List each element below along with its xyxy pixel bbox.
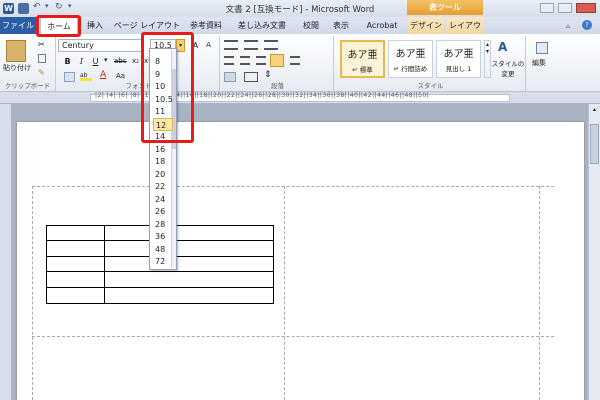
font-size-option[interactable]: 48 [153, 243, 173, 256]
word-window: W ↶ ▾ ↻ ▾ 文書 2 [互換モード] - Microsoft Word … [0, 0, 600, 400]
style-heading-1-sample: あア亜 [443, 49, 474, 60]
undo-icon[interactable]: ↶ [33, 2, 41, 12]
bold-button[interactable]: B [62, 56, 73, 67]
tab-mailings[interactable]: 差し込み文書 [232, 17, 292, 34]
table-row[interactable] [46, 287, 274, 288]
style-normal-label: ↵ 標準 [352, 66, 373, 74]
align-center-icon[interactable] [240, 56, 250, 65]
numbering-icon[interactable] [244, 40, 258, 50]
scroll-thumb[interactable] [590, 124, 599, 164]
strikethrough-button[interactable]: abc [114, 57, 127, 65]
tab-review[interactable]: 校閲 [298, 17, 324, 34]
editing-label[interactable]: 編集 [532, 58, 546, 68]
maximize-button[interactable] [558, 3, 572, 13]
underline-dropdown-icon[interactable]: ▾ [104, 56, 108, 64]
font-size-option[interactable]: 72 [153, 255, 173, 268]
justify-icon[interactable] [270, 54, 284, 67]
bullets-icon[interactable] [224, 40, 238, 50]
change-styles-label[interactable]: スタイルの 変更 [490, 58, 526, 78]
paragraph-group: ⇕ 段落 [222, 36, 334, 91]
margin-line-mid [284, 186, 285, 400]
change-case-button[interactable]: Aa [116, 72, 125, 80]
clipboard-group-label: クリップボード [4, 82, 51, 90]
margin-line-section [32, 336, 554, 337]
tab-insert[interactable]: 挿入 [82, 17, 108, 34]
tab-file[interactable]: ファイル [0, 17, 36, 34]
italic-button[interactable]: I [76, 56, 87, 67]
styles-group: あア亜 ↵ 標準 あア亜 ↵ 行間詰め あア亜 見出し 1 ▴ ▾ A スタイルの… [336, 36, 526, 91]
font-group: Century 10.5 ▾ A A B I U ▾ abc x₂ x² ab … [58, 36, 220, 91]
subscript-button[interactable]: x₂ [132, 57, 139, 65]
minimize-ribbon-icon[interactable]: ▵ [566, 21, 570, 30]
vertical-ruler[interactable] [0, 104, 12, 400]
word-logo-icon: W [3, 3, 14, 14]
font-name-field[interactable]: Century [58, 39, 144, 52]
font-size-option[interactable]: 16 [153, 143, 173, 156]
table-row[interactable] [46, 271, 274, 272]
margin-line-top [32, 186, 554, 187]
tab-table-design[interactable]: デザイン [408, 17, 444, 34]
table-column-divider[interactable] [104, 225, 105, 304]
tab-acrobat[interactable]: Acrobat [360, 17, 404, 34]
home-tab-highlight [36, 15, 81, 37]
vertical-scrollbar[interactable]: ▴ [588, 104, 600, 400]
font-size-option[interactable]: 20 [153, 168, 173, 181]
ribbon: 貼り付け ✂ ✎ クリップボード Century 10.5 ▾ A A B I … [0, 34, 600, 92]
close-button[interactable] [576, 3, 596, 13]
font-size-option[interactable]: 22 [153, 180, 173, 193]
distributed-icon[interactable] [290, 56, 300, 65]
font-size-option[interactable]: 26 [153, 205, 173, 218]
help-icon[interactable]: ? [582, 20, 592, 30]
paste-label[interactable]: 貼り付け [3, 63, 31, 73]
paste-icon[interactable] [6, 40, 26, 62]
title-bar: W ↶ ▾ ↻ ▾ 文書 2 [互換モード] - Microsoft Word … [0, 0, 600, 17]
customize-toolbar-icon[interactable]: ▾ [68, 2, 72, 10]
redo-icon[interactable]: ↻ [55, 2, 63, 12]
font-size-option[interactable]: 28 [153, 218, 173, 231]
font-color-button[interactable]: A [100, 70, 106, 80]
style-heading-1-label: 見出し 1 [445, 65, 472, 73]
shrink-font-icon[interactable]: A [203, 40, 214, 51]
underline-button[interactable]: U [90, 56, 101, 67]
style-heading-1[interactable]: あア亜 見出し 1 [436, 40, 481, 78]
binoculars-icon[interactable] [536, 42, 548, 54]
margin-line-left [32, 186, 33, 400]
save-icon[interactable] [18, 3, 29, 14]
window-title: 文書 2 [互換モード] - Microsoft Word [225, 5, 375, 15]
style-no-spacing-label: ↵ 行間詰め [393, 65, 428, 73]
styles-group-label: スタイル [417, 82, 444, 90]
paragraph-group-label: 段落 [271, 82, 284, 90]
context-tab-group: 表ツール [407, 0, 483, 15]
font-size-option[interactable]: 18 [153, 155, 173, 168]
style-no-spacing[interactable]: あア亜 ↵ 行間詰め [388, 40, 433, 78]
style-normal-sample: あア亜 [347, 50, 378, 61]
scroll-up-icon[interactable]: ▴ [590, 106, 599, 115]
line-spacing-icon[interactable]: ⇕ [264, 70, 272, 80]
multilevel-list-icon[interactable] [264, 40, 278, 50]
align-right-icon[interactable] [256, 56, 266, 65]
editing-group: 編集 [528, 36, 558, 91]
undo-dropdown-icon[interactable]: ▾ [45, 2, 49, 10]
copy-icon[interactable] [38, 54, 46, 63]
font-size-option[interactable]: 24 [153, 193, 173, 206]
format-painter-icon[interactable]: ✎ [38, 68, 45, 77]
horizontal-ruler[interactable]: |2| |4| |6| |8| |10||12||14||16||18||20|… [0, 92, 600, 104]
tab-view[interactable]: 表示 [328, 17, 354, 34]
font-group-label: フォント [125, 82, 152, 90]
tab-table-layout[interactable]: レイアウト [446, 17, 484, 47]
ribbon-tabs: ファイル ホーム 挿入 ページ レイアウト 参考資料 差し込み文書 校閲 表示 … [0, 17, 600, 47]
change-styles-icon[interactable]: A [498, 40, 507, 54]
clipboard-group: 貼り付け ✂ ✎ クリップボード [0, 36, 56, 91]
style-normal[interactable]: あア亜 ↵ 標準 [340, 40, 385, 78]
font-size-option[interactable]: 36 [153, 230, 173, 243]
margin-line-right [539, 186, 540, 400]
minimize-button[interactable] [540, 3, 554, 13]
style-no-spacing-sample: あア亜 [395, 49, 426, 60]
cut-icon[interactable]: ✂ [38, 40, 45, 49]
align-left-icon[interactable] [224, 56, 234, 65]
font-size-highlight [141, 32, 194, 143]
